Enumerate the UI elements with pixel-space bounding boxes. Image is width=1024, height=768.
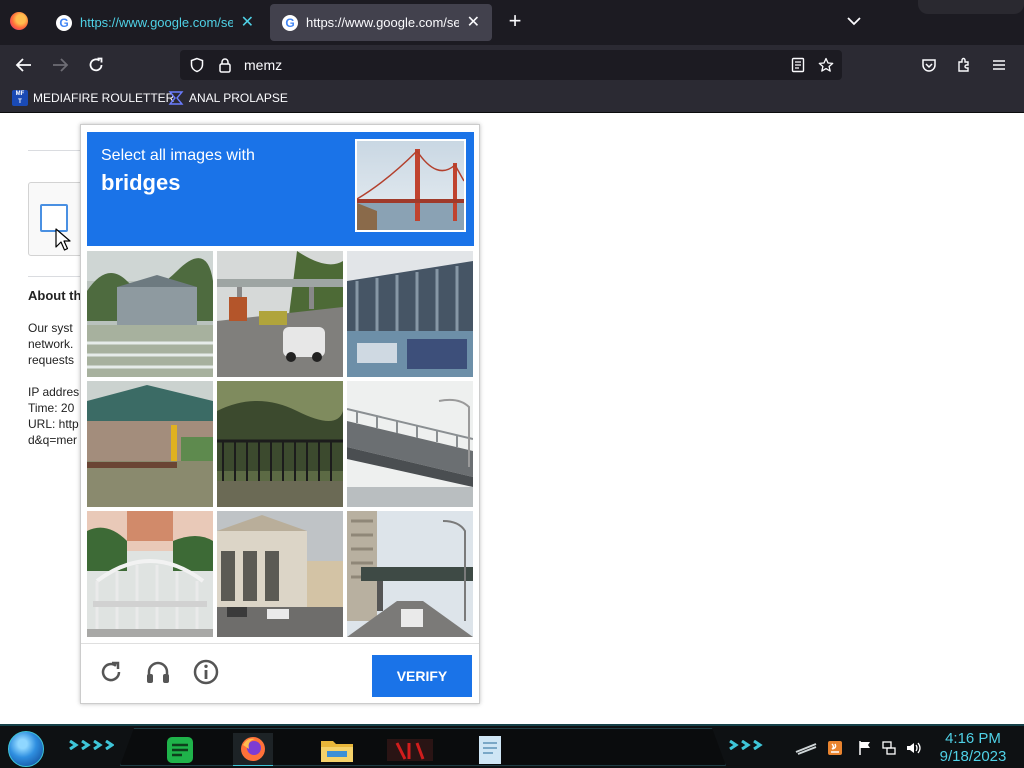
captcha-header: Select all images with bridges xyxy=(87,132,474,246)
google-favicon-icon xyxy=(282,14,298,31)
notes-app-icon[interactable] xyxy=(161,733,201,766)
back-icon[interactable] xyxy=(13,54,35,76)
window-frame-decoration xyxy=(918,0,1024,14)
tab-2-title: https://www.google.com/search? xyxy=(306,15,459,30)
list-all-tabs-icon[interactable] xyxy=(845,12,863,30)
image-tile[interactable] xyxy=(217,381,343,507)
start-button[interactable] xyxy=(8,731,44,767)
media-app-icon[interactable] xyxy=(385,733,433,766)
document-app-icon[interactable] xyxy=(469,733,509,766)
clock-date: 9/18/2023 xyxy=(939,748,1007,765)
new-tab-icon[interactable]: + xyxy=(504,10,526,32)
shield-icon[interactable] xyxy=(189,57,205,73)
keyboard-icon[interactable] xyxy=(794,740,818,756)
taskbar: 4:16 PM 9/18/2023 xyxy=(0,724,1024,768)
extensions-icon[interactable] xyxy=(953,54,975,76)
about-heading: About thi xyxy=(28,288,86,303)
firefox-view-icon[interactable] xyxy=(10,12,28,30)
tab-2[interactable]: https://www.google.com/search? ✕ xyxy=(270,4,492,41)
mediafire-icon: MF T xyxy=(12,90,28,106)
tab-1[interactable]: https://www.google.com/search? ✕ xyxy=(44,4,266,41)
google-favicon-icon xyxy=(56,14,72,31)
close-tab-icon[interactable]: ✕ xyxy=(467,14,480,31)
lock-icon[interactable] xyxy=(217,57,233,73)
tab-strip: https://www.google.com/search? ✕ https:/… xyxy=(0,0,1024,45)
close-tab-icon[interactable]: ✕ xyxy=(241,14,254,31)
image-tile[interactable] xyxy=(217,511,343,637)
taskbar-clock[interactable]: 4:16 PM 9/18/2023 xyxy=(930,730,1016,766)
divider xyxy=(28,150,80,151)
reload-icon[interactable] xyxy=(85,54,107,76)
navigation-toolbar: memz xyxy=(0,45,1024,85)
image-tile[interactable] xyxy=(217,251,343,377)
tab-1-title: https://www.google.com/search? xyxy=(80,15,233,30)
divider xyxy=(28,276,80,277)
sample-bridge-image xyxy=(355,139,466,232)
verify-button[interactable]: VERIFY xyxy=(372,655,472,697)
info-icon[interactable] xyxy=(192,658,220,686)
image-tile[interactable] xyxy=(87,251,213,377)
url-bar[interactable]: memz xyxy=(180,50,842,80)
mouse-cursor-icon xyxy=(55,228,71,251)
image-tile[interactable] xyxy=(347,381,473,507)
java-update-icon[interactable] xyxy=(827,740,843,756)
firefox-app-icon[interactable] xyxy=(233,733,273,766)
chevron-decoration-icon xyxy=(69,740,114,750)
bookmark-star-icon[interactable] xyxy=(818,57,834,73)
file-explorer-icon[interactable] xyxy=(317,733,357,766)
clock-time: 4:16 PM xyxy=(945,730,1001,747)
bookmark-chevron-icon xyxy=(168,91,184,105)
url-text[interactable]: memz xyxy=(244,57,282,73)
captcha-footer: VERIFY xyxy=(81,643,479,703)
captcha-dialog: Select all images with bridges VERIFY xyxy=(80,124,480,704)
pocket-icon[interactable] xyxy=(918,54,940,76)
image-tile[interactable] xyxy=(347,511,473,637)
chevron-decoration-icon xyxy=(729,740,763,750)
captcha-target: bridges xyxy=(101,170,181,195)
forward-icon[interactable] xyxy=(49,54,71,76)
image-tile[interactable] xyxy=(87,511,213,637)
menu-icon[interactable] xyxy=(988,54,1010,76)
taskbar-apps xyxy=(120,728,726,766)
action-center-flag-icon[interactable] xyxy=(857,740,873,756)
network-icon[interactable] xyxy=(881,740,897,756)
volume-icon[interactable] xyxy=(905,740,921,756)
captcha-instruction: Select all images with xyxy=(101,147,255,164)
bookmark-mediafire-rouletter[interactable]: MF T MEDIAFIRE ROULETTER xyxy=(12,90,174,106)
reload-challenge-icon[interactable] xyxy=(97,658,125,686)
image-tile[interactable] xyxy=(87,381,213,507)
image-grid xyxy=(87,251,474,637)
bookmark-label: ANAL PROLAPSE xyxy=(189,91,288,105)
bookmark-anal-prolapse[interactable]: ANAL PROLAPSE xyxy=(168,90,288,106)
bookmark-label: MEDIAFIRE ROULETTER xyxy=(33,91,175,105)
about-text: Our syst network. requests IP addres Tim… xyxy=(28,321,80,447)
reader-view-icon[interactable] xyxy=(790,57,806,73)
audio-challenge-icon[interactable] xyxy=(144,658,172,686)
image-tile[interactable] xyxy=(347,251,473,377)
bookmarks-toolbar: MF T MEDIAFIRE ROULETTER ANAL PROLAPSE xyxy=(0,85,1024,113)
